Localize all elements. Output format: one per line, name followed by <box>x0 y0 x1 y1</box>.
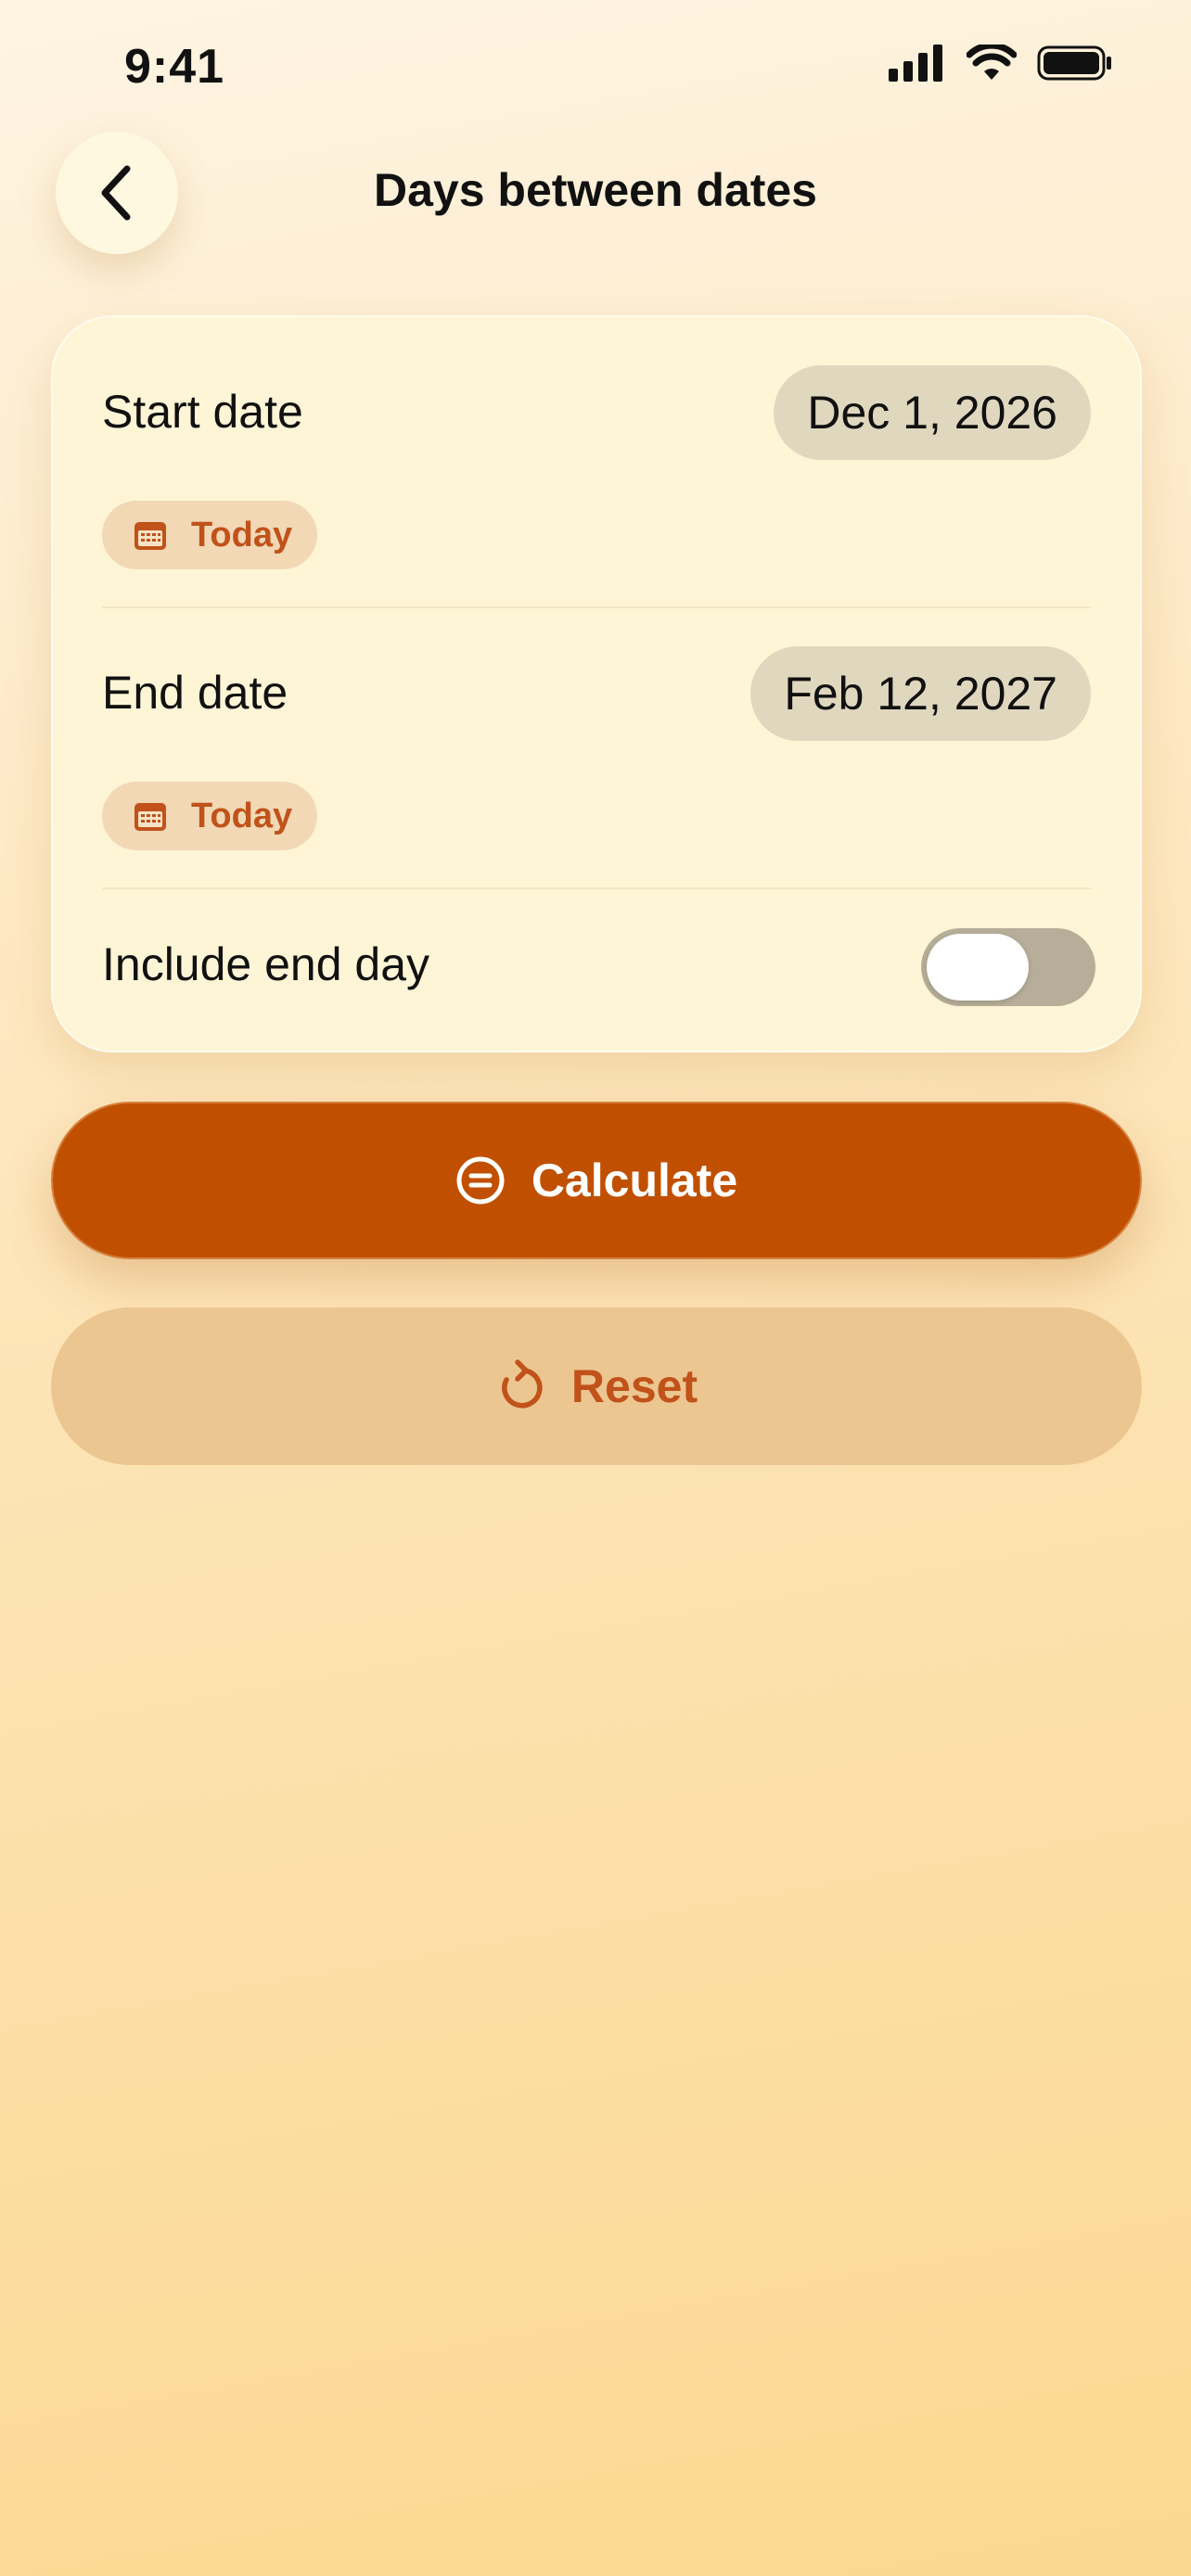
status-icons <box>889 45 1113 82</box>
calendar-icon <box>134 522 166 550</box>
reset-button[interactable]: Reset <box>51 1307 1142 1465</box>
divider <box>102 887 1091 889</box>
end-today-button[interactable]: Today <box>102 782 317 850</box>
wifi-icon <box>967 45 1017 80</box>
include-end-day-label: Include end day <box>102 938 430 990</box>
end-today-label: Today <box>191 796 293 835</box>
calculate-button[interactable]: Calculate <box>51 1102 1142 1259</box>
page-title: Days between dates <box>374 164 817 216</box>
refresh-icon <box>502 1359 543 1409</box>
reset-label: Reset <box>570 1360 698 1412</box>
divider <box>102 606 1091 608</box>
status-time: 9:41 <box>124 40 225 94</box>
start-date-picker[interactable]: Dec 1, 2026 <box>774 365 1091 460</box>
calendar-icon <box>134 803 166 831</box>
calculate-label: Calculate <box>531 1154 738 1206</box>
include-end-day-toggle[interactable] <box>921 928 1095 1006</box>
cellular-signal-icon <box>889 45 942 82</box>
end-date-picker[interactable]: Feb 12, 2027 <box>750 646 1091 741</box>
start-today-button[interactable]: Today <box>102 501 317 569</box>
equals-circle-icon <box>456 1156 505 1205</box>
date-form-card: Start date Dec 1, 2026 Today End date Fe… <box>51 315 1142 1052</box>
toggle-knob <box>927 934 1029 1001</box>
start-today-label: Today <box>191 515 293 555</box>
battery-icon <box>1037 45 1111 81</box>
status-bar: 9:41 <box>0 0 1191 139</box>
start-date-label: Start date <box>102 386 303 438</box>
end-date-label: End date <box>102 667 288 719</box>
